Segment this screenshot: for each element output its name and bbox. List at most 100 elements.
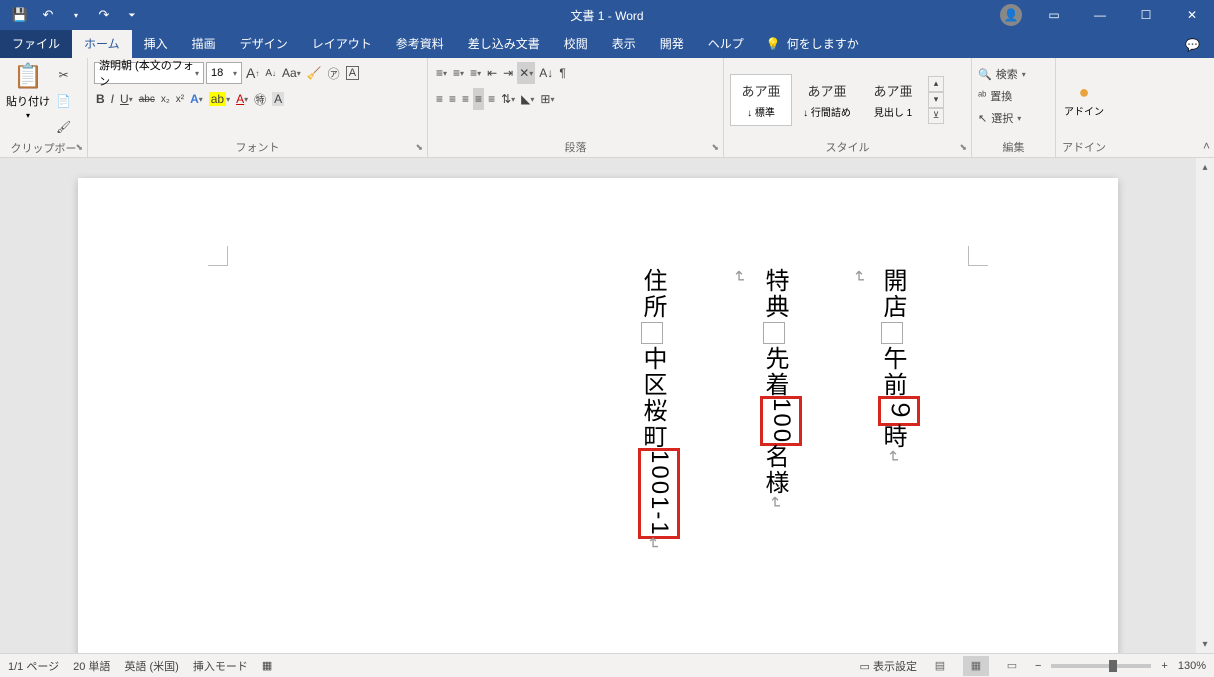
tab-home[interactable]: ホーム xyxy=(72,29,132,58)
zoom-level[interactable]: 130% xyxy=(1178,660,1206,672)
undo-more[interactable]: ▾ xyxy=(64,3,88,27)
qat-customize[interactable]: ⏷ xyxy=(120,3,144,27)
status-bar: 1/1 ページ 20 単語 英語 (米国) 挿入モード ▦ ▭ 表示設定 ▤ ▦… xyxy=(0,653,1214,677)
shrink-font-button[interactable]: A↓ xyxy=(263,62,278,84)
clipboard-launcher[interactable]: ⬊ xyxy=(75,142,83,153)
addins-button[interactable]: ● アドイン xyxy=(1064,82,1104,118)
highlight-button[interactable]: ab▾ xyxy=(207,88,232,110)
text-line-3[interactable]: 住所中区桜町1001-1↵ xyxy=(633,268,678,552)
tab-file[interactable]: ファイル xyxy=(0,29,72,58)
phonetic-guide-button[interactable]: ㋐ xyxy=(326,62,342,84)
zoom-out-button[interactable]: − xyxy=(1035,660,1041,672)
font-color-button[interactable]: A▾ xyxy=(234,88,250,110)
zoom-in-button[interactable]: + xyxy=(1161,660,1167,672)
text-direction-button[interactable]: ✕▾ xyxy=(517,62,535,84)
multilevel-button[interactable]: ≡▾ xyxy=(468,62,483,84)
undo-button[interactable]: ↶ xyxy=(36,3,60,27)
select-button[interactable]: ↖ 選択▾ xyxy=(978,108,1021,128)
tab-draw[interactable]: 描画 xyxy=(180,29,228,58)
change-case-button[interactable]: Aa▾ xyxy=(280,62,303,84)
status-macro[interactable]: ▦ xyxy=(262,659,272,672)
status-language[interactable]: 英語 (米国) xyxy=(124,658,178,674)
italic-button[interactable]: I xyxy=(109,88,116,110)
format-painter-button[interactable]: 🖌 xyxy=(54,116,73,138)
superscript-button[interactable]: x² xyxy=(174,88,186,110)
bullets-button[interactable]: ≡▾ xyxy=(434,62,449,84)
font-name-combo[interactable]: 游明朝 (本文のフォン▾ xyxy=(94,62,204,84)
margin-mark-tr xyxy=(968,246,988,266)
line-spacing-button[interactable]: ⇅▾ xyxy=(499,88,517,110)
grow-font-button[interactable]: A↑ xyxy=(244,62,261,84)
tab-review[interactable]: 校閲 xyxy=(552,29,600,58)
align-justify-button[interactable]: ≡ xyxy=(473,88,484,110)
copy-button[interactable]: 📄 xyxy=(54,90,73,112)
text-line-1[interactable]: 開店午前９時↵ xyxy=(873,268,918,465)
tab-references[interactable]: 参考資料 xyxy=(384,29,456,58)
replace-button[interactable]: ᵃᵇ 置換 xyxy=(978,86,1012,106)
char-border-button[interactable]: A xyxy=(344,62,361,84)
clear-format-button[interactable]: 🧹 xyxy=(305,62,324,84)
status-insert-mode[interactable]: 挿入モード xyxy=(193,658,248,674)
find-button[interactable]: 🔍 検索▾ xyxy=(978,64,1026,84)
group-font-label: フォント xyxy=(94,137,421,155)
align-bottom-button[interactable]: ≡ xyxy=(460,88,471,110)
scroll-up-button[interactable]: ▴ xyxy=(1196,158,1214,176)
tab-mailings[interactable]: 差し込み文書 xyxy=(456,29,552,58)
paragraph-launcher[interactable]: ⬊ xyxy=(711,142,719,153)
close-button[interactable]: ✕ xyxy=(1170,0,1214,30)
tab-help[interactable]: ヘルプ xyxy=(696,29,756,58)
vertical-scrollbar[interactable]: ▴ ▾ xyxy=(1196,158,1214,653)
account-avatar[interactable]: 👤 xyxy=(1000,4,1022,26)
show-marks-button[interactable]: ¶ xyxy=(557,62,567,84)
save-button[interactable]: 💾 xyxy=(8,3,32,27)
styles-gallery-scroll[interactable]: ▴ ▾ ⊻ xyxy=(928,76,944,124)
subscript-button[interactable]: x₂ xyxy=(159,88,172,110)
page[interactable]: 開店午前９時↵ ↵ 特典先着100名様↵ ↵ 住所中区桜町1001-1↵ xyxy=(78,178,1118,653)
font-launcher[interactable]: ⬊ xyxy=(415,142,423,153)
minimize-button[interactable]: — xyxy=(1078,0,1122,30)
increase-indent-button[interactable]: ⇥ xyxy=(501,62,515,84)
status-page[interactable]: 1/1 ページ xyxy=(8,658,59,674)
tell-me[interactable]: 💡 何をしますか xyxy=(756,29,869,58)
view-web-button[interactable]: ▭ xyxy=(999,656,1025,676)
tab-design[interactable]: デザイン xyxy=(228,29,300,58)
decrease-indent-button[interactable]: ⇤ xyxy=(485,62,499,84)
font-size-combo[interactable]: 18▾ xyxy=(206,62,242,84)
strike-button[interactable]: abc xyxy=(137,88,157,110)
align-distribute-button[interactable]: ≡ xyxy=(486,88,497,110)
align-top-button[interactable]: ≡ xyxy=(434,88,445,110)
styles-launcher[interactable]: ⬊ xyxy=(959,142,967,153)
tab-developer[interactable]: 開発 xyxy=(648,29,696,58)
view-read-button[interactable]: ▤ xyxy=(927,656,953,676)
shading-button[interactable]: ◣▾ xyxy=(519,88,536,110)
bold-button[interactable]: B xyxy=(94,88,107,110)
cut-button[interactable]: ✂ xyxy=(54,64,73,86)
numbering-button[interactable]: ≡▾ xyxy=(451,62,466,84)
ribbon-display-button[interactable]: ▭ xyxy=(1032,0,1076,30)
share-button[interactable]: 💬 xyxy=(1171,32,1214,58)
tab-insert[interactable]: 挿入 xyxy=(132,29,180,58)
underline-button[interactable]: U▾ xyxy=(118,88,135,110)
text-effects-button[interactable]: A▾ xyxy=(188,88,205,110)
zoom-slider[interactable] xyxy=(1051,664,1151,668)
document-area[interactable]: 開店午前９時↵ ↵ 特典先着100名様↵ ↵ 住所中区桜町1001-1↵ xyxy=(0,158,1214,653)
text-line-2[interactable]: 特典先着100名様↵ xyxy=(755,268,800,511)
tab-layout[interactable]: レイアウト xyxy=(300,29,384,58)
paste-button[interactable]: 📋 貼り付け ▾ xyxy=(6,62,50,120)
redo-button[interactable]: ↷ xyxy=(92,3,116,27)
maximize-button[interactable]: ☐ xyxy=(1124,0,1168,30)
borders-button[interactable]: ⊞▾ xyxy=(538,88,556,110)
align-center-button[interactable]: ≡ xyxy=(447,88,458,110)
status-words[interactable]: 20 単語 xyxy=(73,658,110,674)
style-normal[interactable]: あア亜 ↓ 標準 xyxy=(730,74,792,126)
sort-button[interactable]: A↓ xyxy=(537,62,555,84)
enclose-char-button[interactable]: ㊕ xyxy=(252,88,268,110)
view-print-button[interactable]: ▦ xyxy=(963,656,989,676)
scroll-down-button[interactable]: ▾ xyxy=(1196,635,1214,653)
style-no-spacing[interactable]: あア亜 ↓ 行間詰め xyxy=(796,74,858,126)
collapse-ribbon-button[interactable]: ˄ xyxy=(1203,139,1210,153)
tab-view[interactable]: 表示 xyxy=(600,29,648,58)
display-settings-button[interactable]: ▭ 表示設定 xyxy=(860,658,917,674)
style-heading1[interactable]: あア亜 見出し 1 xyxy=(862,74,924,126)
char-shade-button[interactable]: A xyxy=(270,88,286,110)
